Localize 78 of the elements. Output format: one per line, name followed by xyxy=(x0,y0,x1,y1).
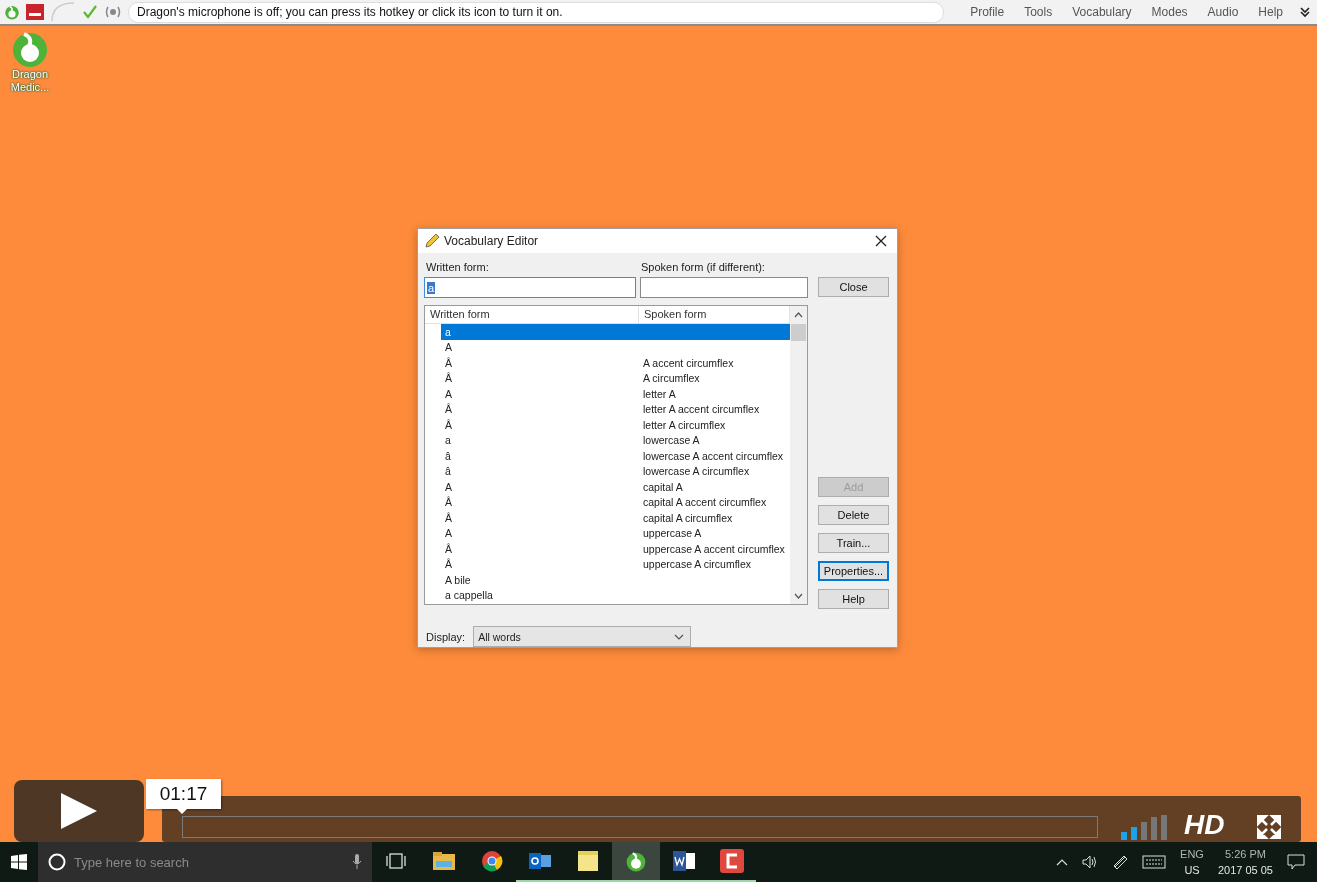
list-row[interactable]: A uppercase A xyxy=(441,525,790,541)
list-row[interactable]: â lowercase A circumflex xyxy=(441,463,790,479)
clock[interactable]: 5:26 PM 2017 05 05 xyxy=(1217,846,1273,878)
written-form-field[interactable]: a xyxy=(424,277,636,298)
windows-icon xyxy=(11,854,27,870)
list-row[interactable]: Â A circumflex xyxy=(441,370,790,386)
app-window-icon[interactable] xyxy=(26,4,44,20)
list-row[interactable]: A bile xyxy=(441,572,790,588)
quality-button[interactable]: HD xyxy=(1184,810,1225,840)
sticky-note-icon xyxy=(578,851,598,871)
time-tooltip: 01:17 xyxy=(146,779,221,809)
task-view-icon xyxy=(386,853,406,869)
list-row[interactable]: Â letter A accent circumflex xyxy=(441,401,790,417)
chevron-down-icon xyxy=(674,633,685,640)
list-row[interactable]: â lowercase A accent circumflex xyxy=(441,448,790,464)
list-row[interactable]: a cappella xyxy=(441,587,790,603)
notification-icon[interactable] xyxy=(1287,854,1305,870)
dialog-button[interactable]: Delete xyxy=(818,505,889,525)
word-icon xyxy=(673,851,695,871)
taskbar-app-button[interactable] xyxy=(612,842,660,882)
speaker-icon[interactable] xyxy=(1082,855,1099,869)
progress-track[interactable] xyxy=(182,816,1098,838)
play-icon xyxy=(59,791,99,831)
field-label: Written form: xyxy=(426,261,490,273)
list-row[interactable]: A capital A xyxy=(441,479,790,495)
scrollbar[interactable] xyxy=(790,306,807,604)
menu-item[interactable]: Audio xyxy=(1207,5,1239,19)
keyboard-icon[interactable] xyxy=(1142,855,1167,869)
menu-item[interactable]: Tools xyxy=(1024,5,1053,19)
recorder-icon xyxy=(720,849,744,873)
field-label: Spoken form (if different): xyxy=(641,261,766,273)
list-row[interactable]: A letter A xyxy=(441,386,790,402)
fullscreen-icon[interactable] xyxy=(1257,815,1281,839)
cortana-icon xyxy=(48,853,66,871)
close-icon[interactable] xyxy=(875,235,887,247)
menu-item[interactable]: Help xyxy=(1258,5,1283,19)
list-row[interactable]: Â capital A circumflex xyxy=(441,510,790,526)
dragon-icon xyxy=(4,4,20,20)
browser-icon xyxy=(481,850,503,872)
pencil-icon xyxy=(424,233,440,249)
display-label: Display: xyxy=(426,630,466,643)
bandwidth-icon xyxy=(1121,815,1167,840)
mail-app-icon xyxy=(529,851,551,871)
play-button[interactable] xyxy=(14,780,144,842)
menu-item[interactable]: Profile xyxy=(970,5,1005,19)
list-row[interactable]: Â letter A circumflex xyxy=(441,417,790,433)
menu-item[interactable]: Vocabulary xyxy=(1072,5,1132,19)
dragon-icon xyxy=(625,850,647,872)
pen-icon[interactable] xyxy=(1112,854,1129,870)
dialog-button[interactable]: Train... xyxy=(818,533,889,553)
dialog-button[interactable]: Close xyxy=(818,277,889,297)
list-row[interactable]: Â A accent circumflex xyxy=(441,355,790,371)
search-field[interactable]: Type here to search xyxy=(38,842,372,882)
scroll-down-icon[interactable] xyxy=(794,591,803,600)
arc-icon xyxy=(50,2,76,22)
list-row[interactable]: a xyxy=(441,324,790,340)
list-row[interactable]: Â uppercase A accent circumflex xyxy=(441,541,790,557)
dialog-button[interactable]: Help xyxy=(818,589,889,609)
tooltip-pointer xyxy=(176,808,188,814)
window-title: Vocabulary Editor xyxy=(444,234,539,248)
microphone-off-icon[interactable] xyxy=(104,4,122,20)
folder-icon xyxy=(433,852,455,870)
chevron-up-icon[interactable] xyxy=(1056,858,1069,866)
list-row[interactable]: Â capital A accent circumflex xyxy=(441,494,790,510)
scroll-up-icon[interactable] xyxy=(794,311,803,320)
dialog-button[interactable]: Properties... xyxy=(818,561,889,581)
display-dropdown[interactable]: All words xyxy=(473,626,692,647)
list-row[interactable]: A xyxy=(441,339,790,355)
chevron-down-icon[interactable] xyxy=(1299,6,1311,18)
checkmark-icon[interactable] xyxy=(82,4,98,20)
scroll-thumb[interactable] xyxy=(791,324,806,341)
language-indicator[interactable]: ENG US xyxy=(1180,846,1204,878)
spoken-form-field[interactable] xyxy=(640,277,808,298)
list-row[interactable]: a lowercase A xyxy=(441,432,790,448)
list-row[interactable]: Â uppercase A circumflex xyxy=(441,556,790,572)
status-message: Dragon's microphone is off; you can press its hotkey or click its icon to turn it on. xyxy=(128,1,944,23)
microphone-icon[interactable] xyxy=(352,854,362,870)
menu-item[interactable]: Modes xyxy=(1151,5,1188,19)
